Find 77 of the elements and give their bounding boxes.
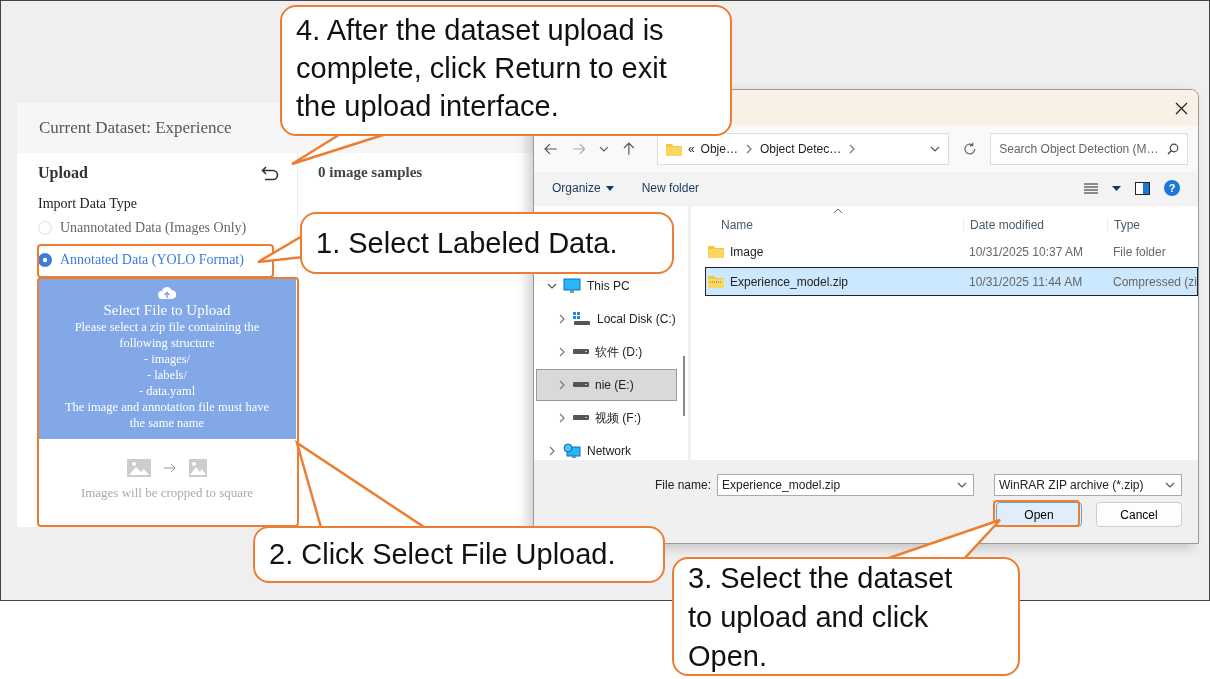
return-icon[interactable] <box>261 165 279 181</box>
column-header[interactable]: Date modified <box>962 218 1107 232</box>
search-icon[interactable] <box>1167 143 1179 155</box>
drive-icon <box>573 415 589 421</box>
caret-down-icon[interactable] <box>605 185 614 191</box>
upload-instruction: The image and annotation file must have the same name <box>63 399 271 431</box>
file-date: 10/31/2025 11:44 AM <box>967 274 1084 289</box>
sort-chevron-icon <box>832 208 843 214</box>
field-label: Import Data Type <box>38 196 139 212</box>
network-icon <box>563 443 581 459</box>
refresh-icon[interactable] <box>962 142 977 156</box>
up-arrow-icon[interactable] <box>623 142 635 156</box>
file-name-field[interactable]: Experience_model.zip <box>717 474 974 496</box>
address-bar[interactable]: « Obje… Object Detec… <box>656 133 949 165</box>
tree-item[interactable]: 软件 (D:) <box>536 336 677 368</box>
chevron-down-icon[interactable] <box>1165 480 1175 490</box>
chevron-right-icon[interactable] <box>547 446 557 456</box>
column-header[interactable]: Type <box>1106 218 1198 232</box>
overflow-marker[interactable]: « <box>687 142 695 156</box>
zip-folder-icon <box>707 275 724 288</box>
close-icon[interactable] <box>1175 101 1188 115</box>
tree-item[interactable]: 视频 (F:) <box>536 402 677 434</box>
drive-icon <box>573 312 591 326</box>
tree-item[interactable]: nie (E:) <box>536 369 677 401</box>
list-view-icon[interactable] <box>1084 182 1098 194</box>
folder-icon <box>707 245 724 258</box>
arrow-right-icon <box>163 463 177 473</box>
upload-instruction: - images/ <box>143 351 191 367</box>
file-row[interactable]: Image 10/31/2025 10:37 AM File folder <box>704 237 1198 266</box>
drive-icon <box>573 349 589 355</box>
tree-item[interactable]: Local Disk (C:) <box>536 303 677 335</box>
tree-item[interactable]: Network <box>536 435 677 467</box>
file-type: Compressed (zi <box>1111 274 1197 289</box>
chevron-right-icon[interactable] <box>557 413 567 423</box>
chevron-right-icon[interactable] <box>557 347 567 357</box>
radio-option[interactable]: Unannotated Data (Images Only) <box>38 212 297 244</box>
column-header[interactable]: Name <box>704 218 963 232</box>
radio-selected[interactable] <box>38 253 52 267</box>
upload-title: Select File to Upload <box>103 302 231 319</box>
breadcrumb-item[interactable]: Object Detec… <box>759 142 842 156</box>
upload-instruction: - data.yaml <box>138 383 196 399</box>
folder-icon <box>665 142 682 156</box>
file-name: Image <box>729 244 764 259</box>
upload-instruction: - labels/ <box>147 367 187 383</box>
caret-down-icon[interactable] <box>1112 185 1121 191</box>
image-icon <box>127 459 151 477</box>
chevron-right-icon[interactable] <box>557 314 567 324</box>
file-name: Experience_model.zip <box>729 274 849 289</box>
chevron-down-icon[interactable] <box>929 144 940 154</box>
callout: 2. Click Select File Upload. <box>253 526 665 583</box>
search-field[interactable]: Search Object Detection (M… <box>990 133 1188 165</box>
chevron-right-icon[interactable] <box>557 380 567 390</box>
toolbar-button[interactable]: Organize <box>552 181 614 195</box>
image-icon <box>189 459 207 477</box>
chevron-down-icon[interactable] <box>599 144 610 154</box>
upload-note: Images will be cropped to square <box>80 485 254 501</box>
drive-icon <box>573 382 589 388</box>
file-type: File folder <box>1111 244 1167 259</box>
chevron-down-icon[interactable] <box>547 281 557 291</box>
panel-title: Current Dataset: Experience <box>39 118 232 138</box>
sample-count: 0 image samples <box>318 164 423 180</box>
field-label: File name: <box>654 478 711 492</box>
chevron-down-icon[interactable] <box>957 480 967 490</box>
toolbar-button[interactable]: New folder <box>641 181 700 195</box>
section-title: Upload <box>38 164 88 182</box>
breadcrumb-item[interactable]: Obje… <box>700 142 738 156</box>
radio-unselected[interactable] <box>38 221 52 235</box>
file-date: 10/31/2025 10:37 AM <box>967 244 1085 259</box>
cloud-upload-icon <box>158 286 176 300</box>
cancel-button[interactable]: Cancel <box>1096 502 1182 527</box>
upload-instruction: Please select a zip file containing the following structure <box>73 319 261 351</box>
file-row[interactable]: Experience_model.zip 10/31/2025 11:44 AM Compressed (zi <box>704 267 1198 296</box>
file-type-dropdown[interactable]: WinRAR ZIP archive (*.zip) <box>994 474 1182 496</box>
back-arrow-icon[interactable] <box>544 143 558 155</box>
monitor-icon <box>563 278 581 294</box>
help-icon[interactable]: ? <box>1164 180 1180 196</box>
preview-pane-icon[interactable] <box>1135 181 1150 195</box>
